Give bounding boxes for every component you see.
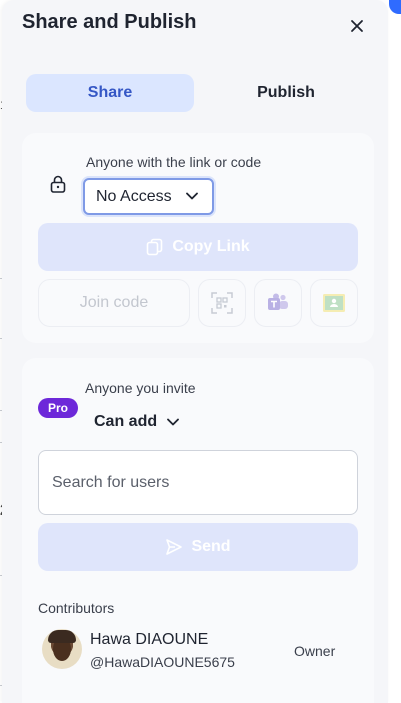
contributor-name: Hawa DIAOUNE xyxy=(90,631,209,648)
background-accent xyxy=(389,0,401,14)
link-access-label: Anyone with the link or code xyxy=(86,154,262,170)
send-label: Send xyxy=(191,538,231,555)
contributors-label: Contributors xyxy=(38,600,115,616)
contributor-handle: @HawaDIAOUNE5675 xyxy=(90,654,235,670)
chevron-down-icon xyxy=(167,418,180,426)
dialog-title: Share and Publish xyxy=(22,11,197,33)
share-publish-panel: Share and Publish Share Publish Anyone w… xyxy=(2,0,388,703)
copy-icon xyxy=(147,238,163,256)
teams-icon xyxy=(268,293,288,310)
link-access-card: Anyone with the link or code No Access C… xyxy=(22,133,374,343)
google-classroom-button[interactable] xyxy=(310,279,358,327)
pro-badge: Pro xyxy=(38,398,78,418)
close-icon xyxy=(351,20,363,32)
copy-link-label: Copy Link xyxy=(172,238,250,255)
copy-link-button[interactable]: Copy Link xyxy=(38,223,358,271)
tab-share[interactable]: Share xyxy=(26,74,194,112)
invite-permission-select[interactable]: Can add xyxy=(94,413,180,431)
link-access-select[interactable]: No Access xyxy=(83,178,214,215)
invite-label: Anyone you invite xyxy=(85,380,196,396)
chevron-down-icon xyxy=(186,192,198,200)
google-classroom-icon xyxy=(323,294,345,312)
invite-permission-value: Can add xyxy=(94,413,158,430)
join-code-button[interactable]: Join code xyxy=(38,279,190,327)
user-search-input[interactable] xyxy=(38,450,358,515)
invite-card: Pro Anyone you invite Can add Send Contr… xyxy=(22,358,374,703)
teams-button[interactable] xyxy=(254,279,302,327)
tab-publish[interactable]: Publish xyxy=(202,74,370,112)
avatar-headwrap xyxy=(48,630,76,643)
avatar xyxy=(42,629,82,669)
link-access-value: No Access xyxy=(96,187,172,205)
send-icon xyxy=(166,539,183,555)
contributor-role: Owner xyxy=(294,643,336,659)
qr-code-icon xyxy=(211,292,233,314)
send-button[interactable]: Send xyxy=(38,523,358,571)
close-button[interactable] xyxy=(345,14,369,38)
lock-icon xyxy=(50,175,66,193)
qr-code-button[interactable] xyxy=(198,279,246,327)
